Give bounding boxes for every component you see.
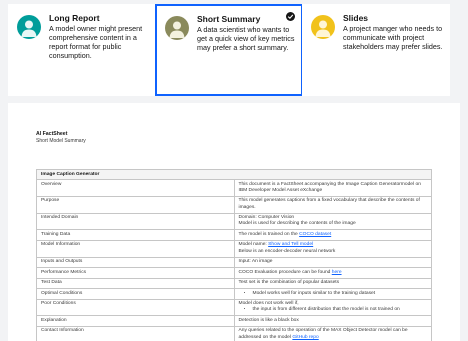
row-line: Model is used for describing the content…: [238, 221, 356, 227]
card-title: Long Report: [49, 13, 100, 23]
card-long-report[interactable]: Long Report A model owner might present …: [8, 4, 156, 96]
row-key: Inputs and Outputs: [36, 256, 235, 269]
table-row: Performance Metrics COCO Evaluation proc…: [36, 267, 432, 279]
table-row: Contact Information Any queries related …: [36, 325, 432, 341]
factsheet-table: Image Caption Generator Overview This do…: [36, 169, 432, 341]
row-value: Any queries related to the operation of …: [233, 325, 432, 341]
table-row: Purpose This model generates captions fr…: [36, 195, 432, 214]
report-type-selector: Long Report A model owner might present …: [0, 0, 468, 96]
table-row: Inputs and Outputs Input: An image: [36, 256, 432, 269]
card-title: Short Summary: [197, 14, 261, 24]
bullet-list: the input is from different distribution…: [239, 307, 428, 313]
card-description: A model owner might present comprehensiv…: [49, 24, 143, 61]
row-key: Purpose: [36, 195, 235, 214]
card-description: A project manger who needs to communicat…: [343, 24, 443, 52]
row-text: Any queries related to the operation of …: [238, 328, 408, 340]
row-key: Model Information: [36, 239, 235, 258]
row-text: Model name:: [238, 242, 269, 248]
row-key: Explanation: [36, 315, 235, 327]
person-icon: [169, 21, 185, 38]
row-text: COCO Evaluation procedure can be found: [238, 269, 332, 275]
row-value: COCO Evaluation procedure can be found h…: [233, 267, 432, 279]
card-slides[interactable]: Slides A project manger who needs to com…: [302, 4, 450, 96]
factsheet-title: AI FactSheet: [36, 131, 68, 137]
row-key: Training Data: [36, 229, 235, 241]
github-repo-link[interactable]: GitHub repo: [292, 335, 318, 340]
row-key: Intended Domain: [36, 212, 235, 231]
row-key: Optimal Conditions: [36, 288, 235, 300]
table-row: Overview This document is a FactSheet ac…: [36, 179, 432, 197]
table-row: Model Information Model name: Show and T…: [36, 239, 432, 258]
row-key: Test Data: [36, 277, 235, 290]
table-row: Explanation Detection is like a black bo…: [36, 315, 432, 327]
row-value: Model works well for inputs similar to t…: [233, 288, 432, 300]
row-value: This document is a FactSheet accompanyin…: [233, 179, 432, 197]
show-and-tell-link[interactable]: Show and Tell model: [268, 242, 313, 247]
row-text: The model is trained on the: [238, 231, 300, 237]
table-row: Test Data Test set is the combination of…: [36, 277, 432, 290]
row-value: Domain: Computer Vision Model is used fo…: [233, 212, 432, 231]
row-value: Detection is like a black box: [233, 315, 432, 327]
row-key: Overview: [36, 179, 235, 197]
bullet-list: Model works well for inputs similar to t…: [239, 291, 428, 297]
avatar: [311, 15, 335, 39]
person-icon: [315, 20, 331, 37]
row-key: Poor Conditions: [36, 298, 235, 317]
avatar: [165, 16, 189, 40]
table-row: Intended Domain Domain: Computer Vision …: [36, 212, 432, 231]
list-item: the input is from different distribution…: [253, 307, 428, 313]
card-short-summary[interactable]: Short Summary A data scientist who wants…: [155, 4, 303, 96]
table-header-row: Image Caption Generator: [36, 169, 432, 180]
list-item: Model works well for inputs similar to t…: [253, 291, 428, 297]
coco-dataset-link[interactable]: COCO dataset: [299, 232, 331, 237]
row-value: The model is trained on the COCO dataset: [233, 229, 432, 241]
row-value: Input: An image: [233, 256, 432, 269]
row-value: Test set is the combination of popular d…: [233, 277, 432, 290]
person-icon: [21, 20, 37, 37]
table-row: Training Data The model is trained on th…: [36, 229, 432, 241]
row-value: Model does not work well if, the input i…: [233, 298, 432, 317]
avatar: [17, 15, 41, 39]
row-value: Model name: Show and Tell model Below is…: [233, 239, 432, 258]
checkmark-icon: [286, 12, 295, 21]
row-key: Performance Metrics: [36, 267, 235, 279]
row-key: Contact Information: [36, 325, 235, 341]
table-row: Poor Conditions Model does not work well…: [36, 298, 432, 317]
table-title: Image Caption Generator: [36, 169, 432, 180]
factsheet-preview: AI FactSheet Short Model Summary Image C…: [8, 103, 460, 341]
table-row: Optimal Conditions Model works well for …: [36, 288, 432, 300]
evaluation-link[interactable]: here: [332, 270, 342, 275]
row-line: Below is an encoder-decoder neural netwo…: [238, 248, 336, 254]
card-title: Slides: [343, 13, 369, 23]
card-description: A data scientist who wants to get a quic…: [197, 25, 295, 53]
row-value: This model generates captions from a fix…: [233, 195, 432, 214]
factsheet-subtitle: Short Model Summary: [36, 138, 86, 144]
